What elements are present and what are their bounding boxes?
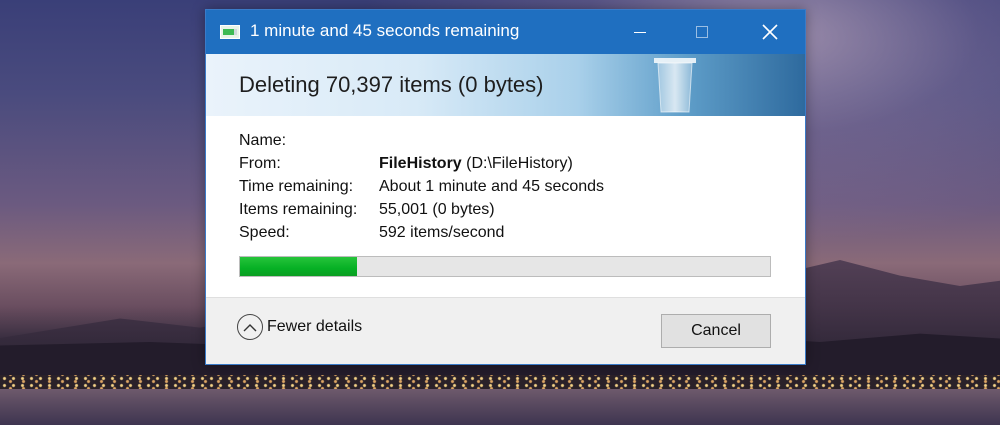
dialog-header: Deleting 70,397 items (0 bytes) <box>206 54 805 116</box>
cancel-button[interactable]: Cancel <box>661 314 771 348</box>
close-icon <box>762 24 778 40</box>
items-remaining-value: 55,001 (0 bytes) <box>379 201 495 218</box>
delete-progress-dialog: 1 minute and 45 seconds remaining Deleti… <box>205 9 806 365</box>
close-button[interactable] <box>747 10 793 54</box>
fewer-details-toggle[interactable]: Fewer details <box>237 314 362 340</box>
maximize-button[interactable] <box>679 10 725 54</box>
progress-bar-fill <box>240 257 357 276</box>
items-remaining-label: Items remaining: <box>239 201 358 218</box>
from-folder-path: (D:\FileHistory) <box>461 155 573 172</box>
name-label: Name: <box>239 132 287 149</box>
fewer-details-label: Fewer details <box>267 318 363 335</box>
from-value: FileHistory (D:\FileHistory) <box>379 155 573 173</box>
window-title: 1 minute and 45 seconds remaining <box>250 21 520 40</box>
time-remaining-value: About 1 minute and 45 seconds <box>379 178 605 195</box>
recycle-bin-icon <box>654 58 696 113</box>
progress-bar <box>239 256 771 277</box>
background-water <box>0 389 1000 425</box>
minimize-icon <box>634 31 646 33</box>
copy-dialog-icon <box>220 25 240 39</box>
chevron-up-circle-icon <box>237 314 263 340</box>
minimize-button[interactable] <box>617 10 663 54</box>
from-folder-name: FileHistory <box>379 155 462 172</box>
from-label: From: <box>239 155 281 172</box>
speed-value: 592 items/second <box>379 224 505 241</box>
dialog-footer: Fewer details Cancel <box>206 297 805 364</box>
speed-label: Speed: <box>239 224 290 241</box>
time-remaining-label: Time remaining: <box>239 178 354 195</box>
operation-heading: Deleting 70,397 items (0 bytes) <box>239 72 544 97</box>
background-city-lights <box>0 375 1000 389</box>
title-bar[interactable]: 1 minute and 45 seconds remaining <box>206 10 805 54</box>
maximize-icon <box>696 26 708 38</box>
